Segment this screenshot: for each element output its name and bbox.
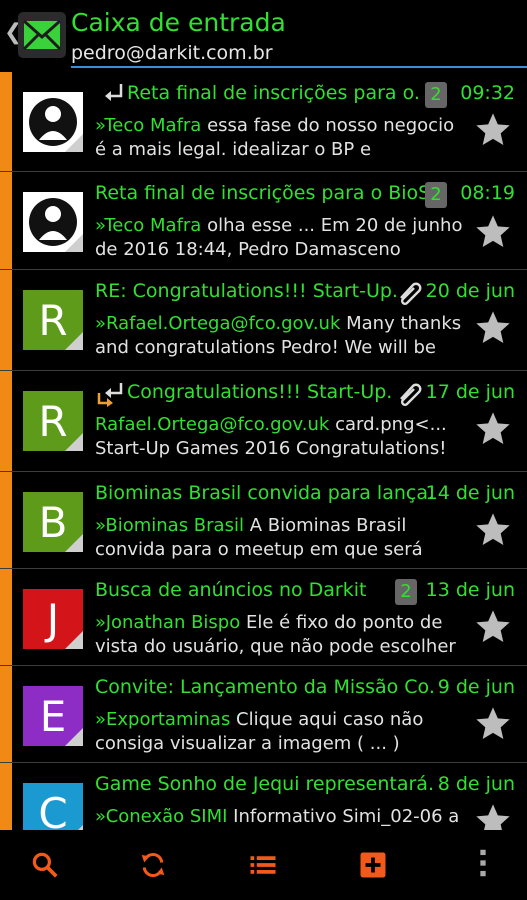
message-row[interactable]: R RE: Congratulations!!! Start-Up. 20 de… — [0, 270, 527, 371]
star-icon[interactable] — [473, 110, 513, 150]
message-row[interactable]: E Convite: Lançamento da Missão Co. 9 de… — [0, 666, 527, 763]
message-subject: Reta final de inscrições para o BioS. — [95, 182, 437, 204]
star-icon[interactable] — [473, 308, 513, 348]
search-icon[interactable] — [30, 850, 60, 880]
compose-icon[interactable] — [358, 850, 388, 880]
reply-icon — [105, 84, 123, 101]
message-row[interactable]: C Game Sonho de Jequi representará. 8 de… — [0, 763, 527, 830]
unread-flag — [0, 569, 12, 665]
unread-flag — [0, 763, 12, 830]
app-header: ❮ Caixa de entrada pedro@darkit.com.br — [0, 0, 527, 72]
thread-count-badge: 2 — [425, 182, 447, 208]
avatar-corner — [65, 433, 83, 451]
avatar-letter[interactable]: R — [23, 391, 83, 451]
message-subject: Convite: Lançamento da Missão Co. — [95, 676, 435, 698]
folder-title: Caixa de entrada — [71, 8, 286, 37]
star-icon[interactable] — [473, 212, 513, 252]
avatar-corner — [65, 534, 83, 552]
paperclip-icon — [400, 383, 422, 407]
message-date: 17 de jun — [425, 381, 515, 403]
avatar-corner — [65, 728, 83, 746]
star-icon[interactable] — [473, 409, 513, 449]
message-snippet: Informativo Simi_02-06 a — [227, 806, 460, 827]
message-sender: »Exportaminas — [95, 709, 231, 730]
message-sender: »Rafael.Ortega@fco.gov.uk — [95, 313, 341, 334]
refresh-icon[interactable] — [138, 850, 168, 880]
message-row[interactable]: R Congratulations!!! Start-Up. 17 de jun… — [0, 371, 527, 472]
avatar-letter[interactable]: R — [23, 290, 83, 350]
message-row[interactable]: J Busca de anúncios no Darkit 2 13 de ju… — [0, 569, 527, 666]
message-preview: »Teco Mafra olha esse ... Em 20 de junho… — [95, 214, 467, 262]
avatar-letter[interactable]: B — [23, 492, 83, 552]
message-sender: »Teco Mafra — [95, 115, 202, 136]
list-icon[interactable] — [248, 850, 278, 880]
star-icon[interactable] — [473, 704, 513, 744]
avatar-photo[interactable] — [23, 192, 83, 252]
avatar-corner — [65, 631, 83, 649]
message-row[interactable]: Reta final de inscrições para o BioS. 2 … — [0, 172, 527, 270]
avatar-initial: C — [38, 788, 68, 831]
unread-flag — [0, 666, 12, 762]
unread-flag — [0, 472, 12, 568]
unread-flag — [0, 72, 12, 171]
unread-flag — [0, 270, 12, 370]
avatar-initial: E — [39, 691, 67, 741]
message-sender: »Biominas Brasil — [95, 515, 244, 536]
message-preview: »Biominas Brasil A Biominas Brasil convi… — [95, 514, 467, 562]
avatar-corner — [65, 332, 83, 350]
bottom-toolbar — [0, 830, 527, 900]
message-preview: Rafael.Ortega@fco.gov.uk card.png<... St… — [95, 413, 467, 461]
avatar-letter[interactable]: E — [23, 686, 83, 746]
message-subject: RE: Congratulations!!! Start-Up. — [95, 280, 398, 302]
thread-count-badge: 2 — [395, 579, 417, 605]
overflow-menu-icon[interactable] — [468, 848, 498, 878]
mail-app-icon[interactable] — [18, 12, 66, 58]
message-preview: »Teco Mafra essa fase do nosso negocio é… — [95, 114, 467, 162]
paperclip-icon — [400, 282, 422, 306]
avatar-letter[interactable]: J — [23, 589, 83, 649]
reply-forward-icon — [97, 383, 123, 407]
unread-flag — [0, 371, 12, 471]
message-subject: Busca de anúncios no Darkit — [95, 579, 367, 601]
avatar-initial: R — [38, 396, 68, 446]
message-row[interactable]: Reta final de inscrições para o. 2 09:32… — [0, 72, 527, 172]
account-email[interactable]: pedro@darkit.com.br — [71, 42, 273, 64]
avatar-initial: B — [38, 497, 68, 547]
message-row[interactable]: B Biominas Brasil convida para lança. 14… — [0, 472, 527, 569]
star-icon[interactable] — [473, 607, 513, 647]
message-date: 13 de jun — [425, 579, 515, 601]
message-date: 8 de jun — [437, 773, 515, 795]
message-date: 09:32 — [460, 82, 515, 104]
message-preview: »Conexão SIMI Informativo Simi_02-06 a — [95, 805, 467, 829]
message-date: 9 de jun — [437, 676, 515, 698]
thread-count-badge: 2 — [425, 82, 447, 108]
message-preview: »Exportaminas Clique aqui caso não consi… — [95, 708, 467, 756]
message-subject: Reta final de inscrições para o. — [127, 82, 420, 104]
message-sender: »Jonathan Bispo — [95, 612, 241, 633]
avatar-initial: J — [46, 594, 60, 644]
message-sender: »Conexão SIMI — [95, 806, 228, 827]
avatar-letter[interactable]: C — [23, 783, 83, 830]
message-preview: »Rafael.Ortega@fco.gov.uk Many thanks an… — [95, 312, 467, 360]
avatar-photo[interactable] — [23, 92, 83, 152]
message-date: 14 de jun — [425, 482, 515, 504]
message-sender: »Teco Mafra — [95, 215, 202, 236]
star-icon[interactable] — [473, 510, 513, 550]
message-preview: »Jonathan Bispo Ele é fixo do ponto de v… — [95, 611, 467, 659]
message-date: 08:19 — [460, 182, 515, 204]
star-icon[interactable] — [473, 801, 513, 830]
avatar-initial: R — [38, 295, 68, 345]
message-sender: Rafael.Ortega@fco.gov.uk — [95, 414, 330, 435]
message-date: 20 de jun — [425, 280, 515, 302]
message-list[interactable]: Reta final de inscrições para o. 2 09:32… — [0, 72, 527, 830]
unread-flag — [0, 172, 12, 269]
message-subject: Biominas Brasil convida para lança. — [95, 482, 435, 504]
header-underline — [71, 66, 527, 68]
message-subject: Congratulations!!! Start-Up. — [127, 381, 393, 403]
message-subject: Game Sonho de Jequi representará. — [95, 773, 434, 795]
